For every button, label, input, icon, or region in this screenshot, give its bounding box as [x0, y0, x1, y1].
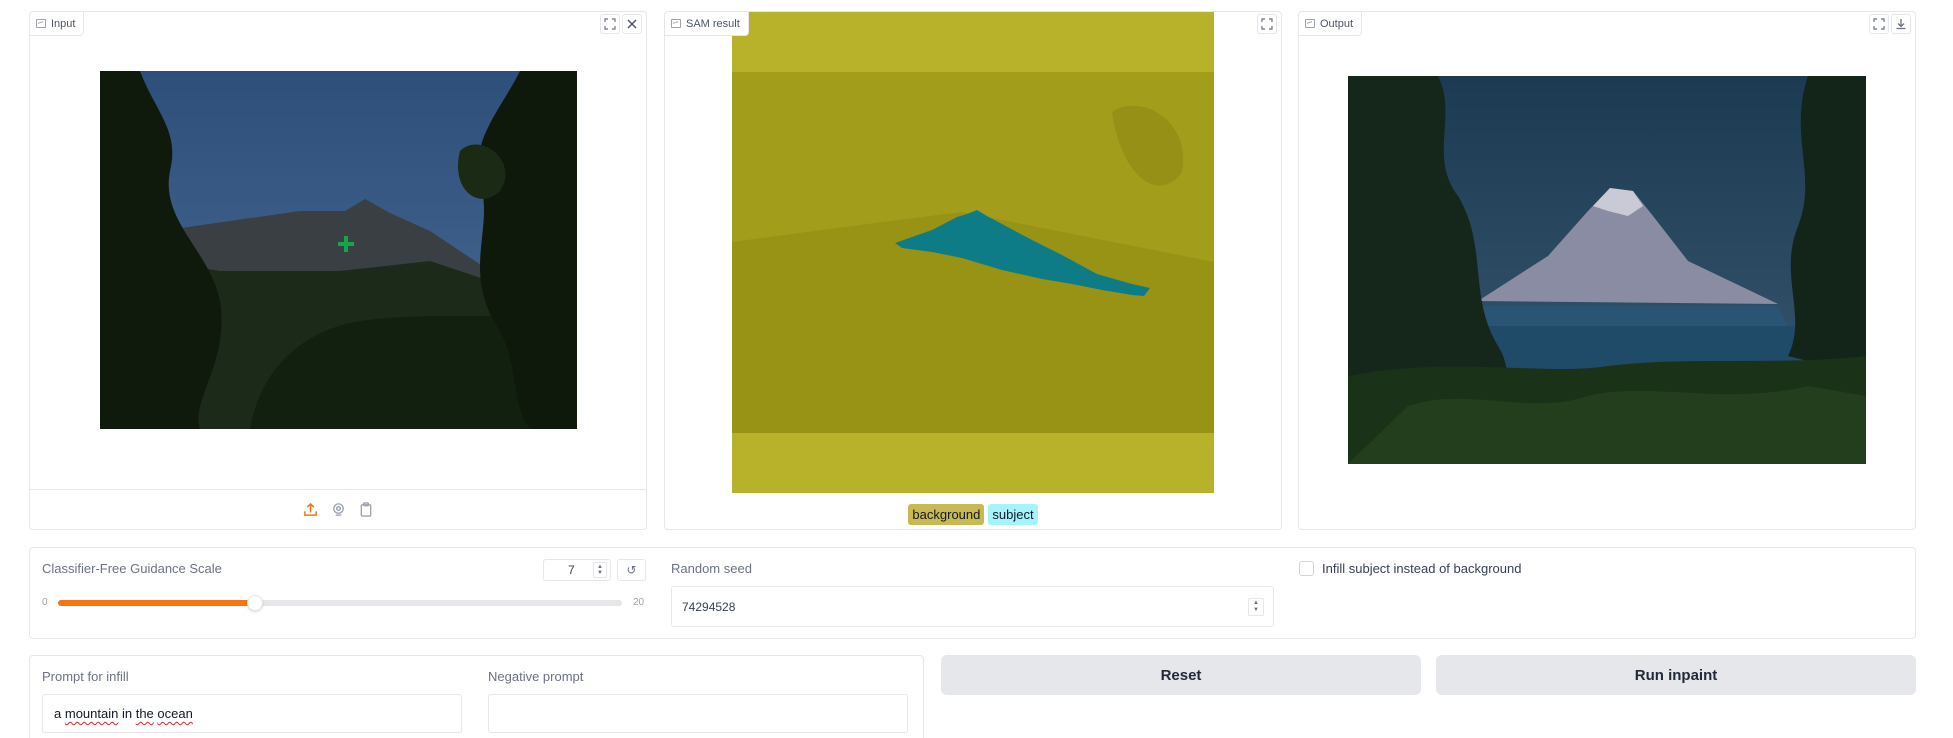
cfg-number-input[interactable]: 7 ▲ ▼ [543, 559, 611, 581]
fullscreen-button[interactable] [600, 14, 620, 34]
input-label: Input [51, 17, 76, 30]
cfg-slider-thumb[interactable] [247, 595, 264, 611]
cfg-slider[interactable] [58, 595, 622, 611]
clear-button[interactable] [622, 14, 642, 34]
sam-mask-image [732, 12, 1214, 493]
sam-label-tag: SAM result [665, 12, 749, 36]
negative-prompt-label: Negative prompt [488, 669, 584, 684]
checkbox-box[interactable] [1299, 561, 1314, 576]
negative-prompt-input[interactable] [488, 694, 908, 733]
download-button[interactable] [1891, 14, 1911, 34]
controls-row: Classifier-Free Guidance Scale 7 ▲ ▼ ↺ 0 … [29, 547, 1916, 639]
run-inpaint-button[interactable]: Run inpaint [1436, 655, 1916, 695]
legend-subject: subject [988, 504, 1038, 525]
fullscreen-icon [604, 18, 616, 30]
seed-value: 74294528 [682, 599, 736, 614]
seed-label: Random seed [671, 561, 752, 576]
image-icon [671, 19, 681, 28]
image-icon [1305, 19, 1315, 28]
image-icon [36, 19, 46, 28]
download-icon [1896, 19, 1906, 30]
reset-icon: ↺ [626, 563, 637, 577]
cfg-stepper[interactable]: ▲ ▼ [593, 562, 607, 578]
fullscreen-button[interactable] [1257, 14, 1277, 34]
reset-button[interactable]: Reset [941, 655, 1421, 695]
output-photo [1348, 76, 1866, 464]
output-label-tag: Output [1299, 12, 1363, 36]
cfg-max-label: 20 [633, 597, 645, 608]
cfg-value: 7 [568, 563, 575, 577]
output-label: Output [1320, 17, 1354, 30]
cfg-label: Classifier-Free Guidance Scale [42, 561, 222, 576]
fullscreen-icon [1261, 18, 1273, 30]
clipboard-icon [360, 502, 372, 517]
cfg-reset-button[interactable]: ↺ [617, 559, 646, 581]
output-image-panel: Output [1298, 11, 1916, 530]
upload-button[interactable] [301, 501, 319, 519]
fullscreen-button[interactable] [1869, 14, 1889, 34]
seed-input[interactable]: 74294528 ▲ ▼ [671, 586, 1274, 627]
fullscreen-icon [1873, 18, 1885, 30]
upload-icon [303, 502, 317, 516]
cfg-slider-fill [58, 600, 256, 606]
input-label-tag: Input [30, 12, 85, 36]
webcam-button[interactable] [329, 501, 347, 519]
prompt-input[interactable]: a mountain in the ocean [42, 694, 462, 733]
seed-stepper[interactable]: ▲ ▼ [1248, 598, 1264, 616]
prompts-row: Prompt for infill a mountain in the ocea… [29, 655, 924, 738]
prompt-label: Prompt for infill [42, 669, 129, 684]
cfg-min-label: 0 [42, 597, 48, 608]
infill-label: Infill subject instead of background [1322, 561, 1522, 576]
close-icon [627, 19, 637, 29]
legend-background: background [908, 504, 985, 525]
input-source-toolbar [30, 489, 646, 529]
sam-legend: background subject [665, 504, 1281, 525]
sam-result-panel: SAM result background subject [664, 11, 1282, 530]
prompt-text: a mountain in the ocean [54, 706, 193, 721]
input-photo[interactable] [100, 71, 577, 429]
infill-subject-checkbox[interactable]: Infill subject instead of background [1299, 561, 1521, 576]
webcam-icon [332, 503, 344, 516]
input-image-panel[interactable]: Input [29, 11, 647, 530]
clipboard-button[interactable] [357, 501, 375, 519]
sam-label: SAM result [686, 17, 740, 30]
